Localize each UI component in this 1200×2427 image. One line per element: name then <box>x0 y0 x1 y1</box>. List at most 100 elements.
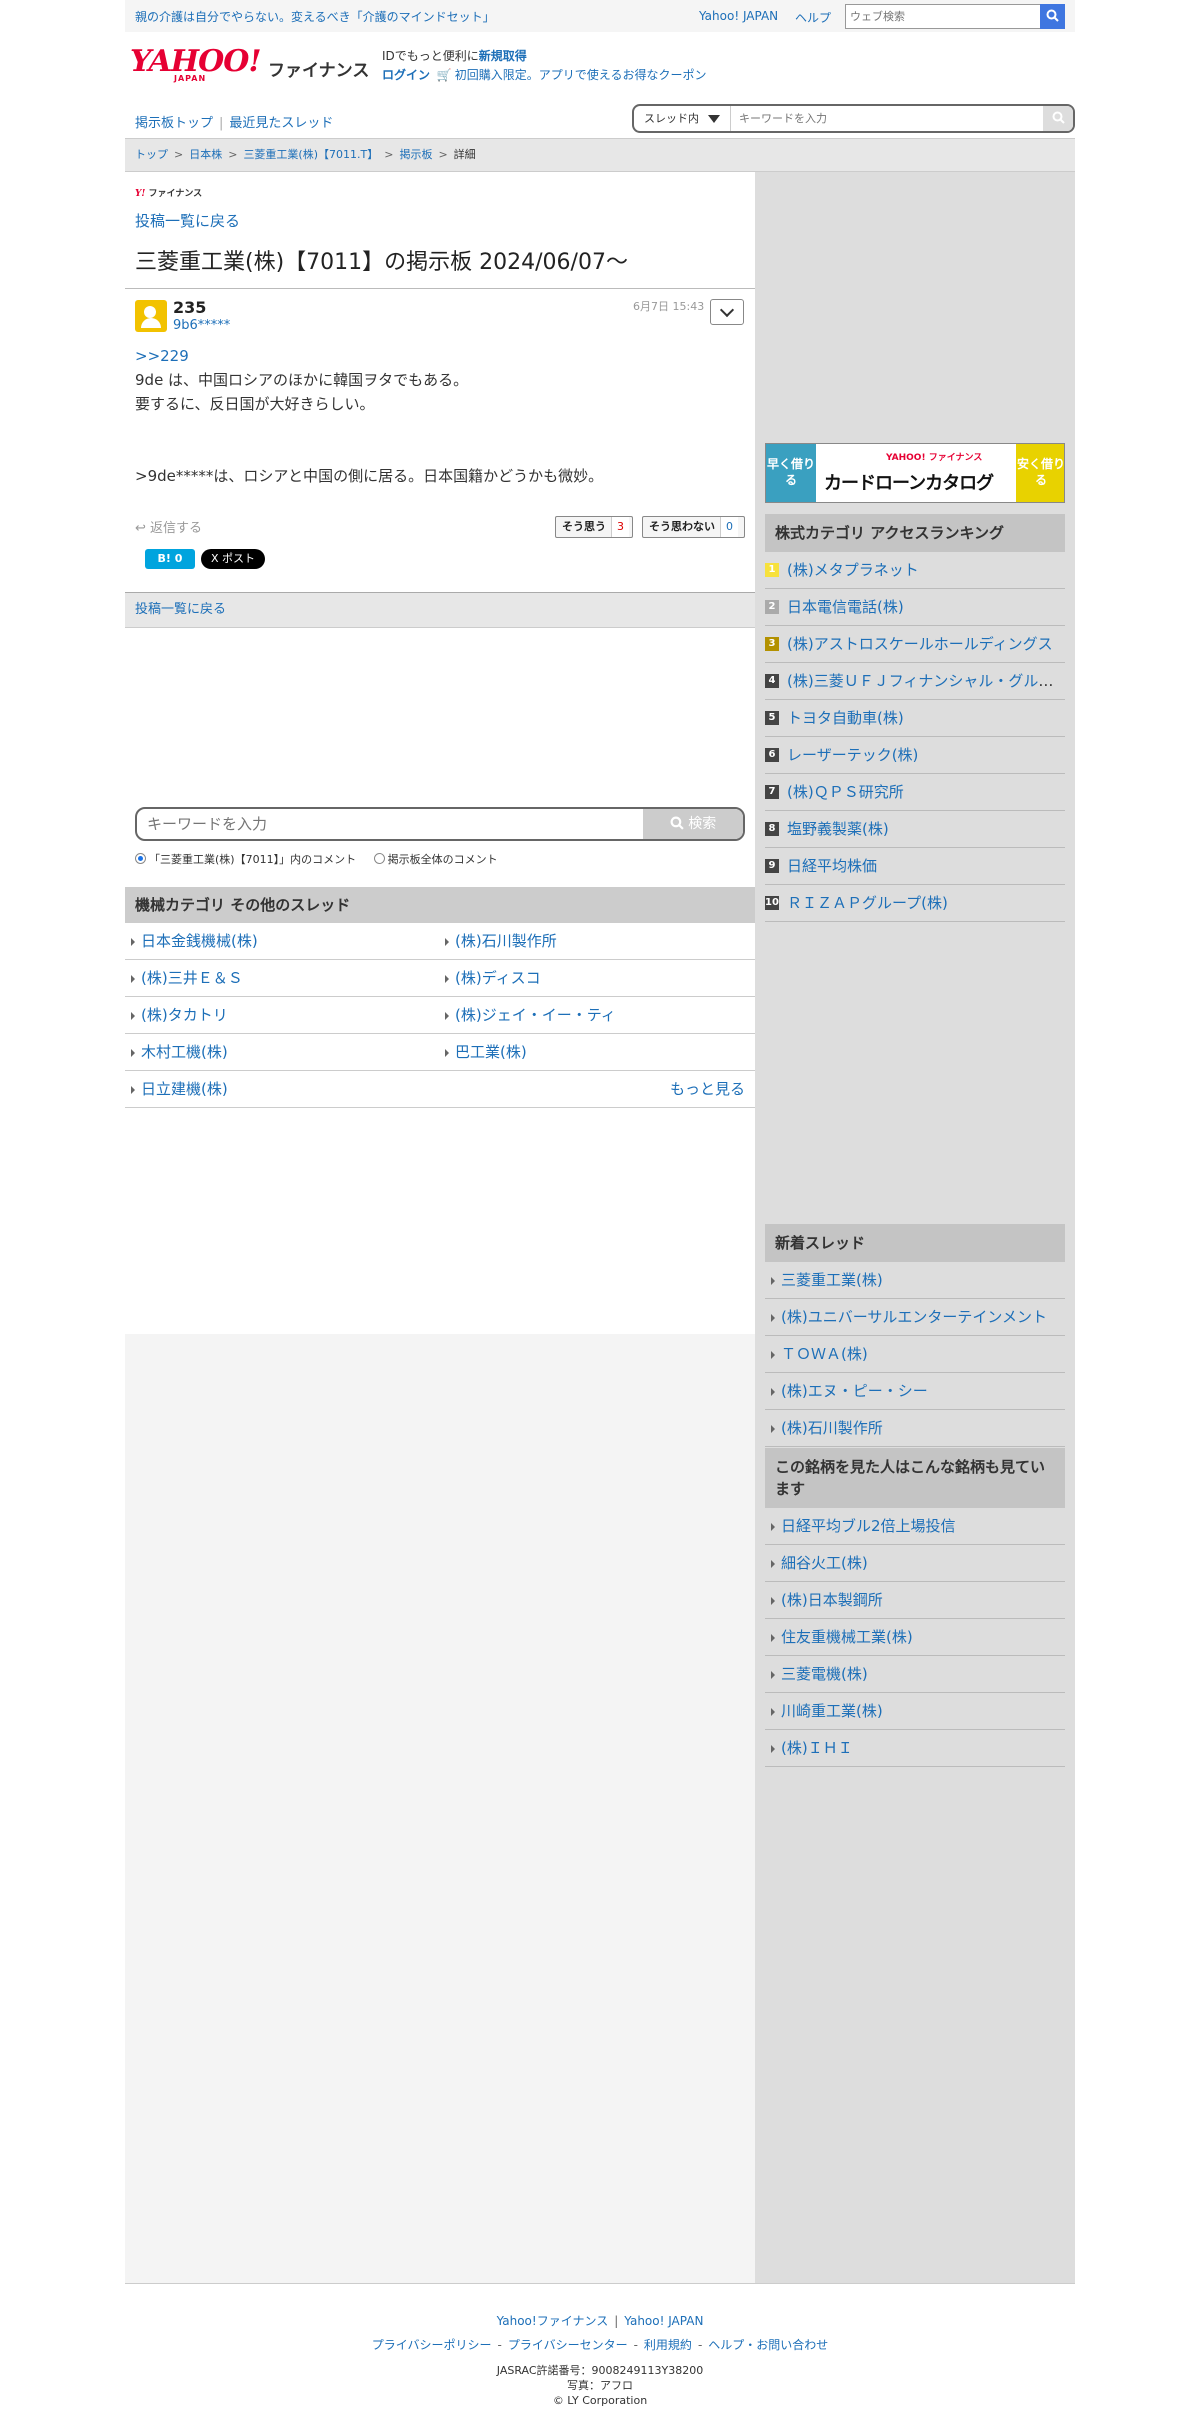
reply-button[interactable]: ↩ 返信する <box>135 517 202 536</box>
yahoo-finance-logo[interactable]: YAHOO! JAPAN ファイナンス <box>130 44 369 83</box>
thread-link[interactable]: 巴工業(株) <box>439 1034 527 1070</box>
list-item[interactable]: (株)エヌ・ピー・シー <box>765 1373 1065 1410</box>
thread-search: スレッド内 <box>632 104 1075 133</box>
thread-link[interactable]: (株)ディスコ <box>439 960 541 996</box>
stock-link[interactable]: (株)ＩＨＩ <box>781 1739 853 1757</box>
ranking-item[interactable]: 4 (株)三菱ＵＦＪフィナンシャル・グループ <box>765 663 1065 700</box>
ranking-link[interactable]: 日経平均株価 <box>787 857 877 875</box>
list-item[interactable]: 日経平均ブル2倍上場投信 <box>765 1508 1065 1545</box>
reply-anchor-link[interactable]: >>229 <box>135 347 189 365</box>
thread-link[interactable]: 日立建機(株) <box>125 1071 228 1107</box>
thread-link[interactable]: (株)三井Ｅ＆Ｓ <box>125 960 243 996</box>
back-to-list-link-bottom[interactable]: 投稿一覧に戻る <box>135 602 226 617</box>
breadcrumb-board[interactable]: 掲示板 <box>399 148 432 161</box>
ranking-item[interactable]: 5 トヨタ自動車(株) <box>765 700 1065 737</box>
stock-link[interactable]: 日経平均ブル2倍上場投信 <box>781 1517 956 1535</box>
thread-link[interactable]: (株)タカトリ <box>125 997 228 1033</box>
ranking-link[interactable]: (株)メタプラネット <box>787 561 919 579</box>
ranking-item[interactable]: 7 (株)ＱＰＳ研究所 <box>765 774 1065 811</box>
thread-link[interactable]: (株)ユニバーサルエンターテインメント <box>781 1308 1047 1326</box>
list-item[interactable]: (株)日本製鋼所 <box>765 1582 1065 1619</box>
list-item[interactable]: (株)ＩＨＩ <box>765 1730 1065 1767</box>
thread-link[interactable]: 日本金銭機械(株) <box>125 923 258 959</box>
post-date: 6月7日 15:43 <box>633 300 705 313</box>
back-to-list-link[interactable]: 投稿一覧に戻る <box>135 210 240 231</box>
radio-thread-comments[interactable]: 「三菱重工業(株)【7011】」内のコメント <box>135 853 356 866</box>
footer-yahoo-japan-link[interactable]: Yahoo! JAPAN <box>624 2314 703 2328</box>
login-link[interactable]: ログイン <box>382 68 430 82</box>
post-user-link[interactable]: 9b6***** <box>173 318 230 333</box>
stock-link[interactable]: (株)日本製鋼所 <box>781 1591 883 1609</box>
thread-link[interactable]: (株)石川製作所 <box>781 1419 883 1437</box>
help-link[interactable]: ヘルプ <box>795 9 831 26</box>
help-contact-link[interactable]: ヘルプ・お問い合わせ <box>708 2338 828 2352</box>
post-number: 235 <box>173 298 207 317</box>
thread-link[interactable]: (株)エヌ・ピー・シー <box>781 1382 928 1400</box>
ranking-link[interactable]: レーザーテック(株) <box>787 746 918 764</box>
yahoo-japan-link[interactable]: Yahoo! JAPAN <box>699 9 778 23</box>
ranking-item[interactable]: 8 塩野義製薬(株) <box>765 811 1065 848</box>
disagree-button[interactable]: そう思わない 0 <box>642 516 745 538</box>
thread-link[interactable]: (株)ジェイ・イー・ティ <box>439 997 616 1033</box>
breadcrumb-japan-stocks[interactable]: 日本株 <box>189 148 222 161</box>
ranking-item[interactable]: 1 (株)メタプラネット <box>765 552 1065 589</box>
id-text: IDでもっと便利に <box>382 49 479 63</box>
list-item[interactable]: ＴＯＷＡ(株) <box>765 1336 1065 1373</box>
radio-all-comments[interactable]: 掲示板全体のコメント <box>373 853 498 866</box>
ranking-link[interactable]: トヨタ自動車(株) <box>787 709 904 727</box>
recent-threads-link[interactable]: 最近見たスレッド <box>229 116 333 131</box>
terms-link[interactable]: 利用規約 <box>644 2338 692 2352</box>
ranking-link[interactable]: (株)アストロスケールホールディングス <box>787 635 1053 653</box>
stock-link[interactable]: 三菱電機(株) <box>781 1665 868 1683</box>
list-item[interactable]: 三菱電機(株) <box>765 1656 1065 1693</box>
ranking-item[interactable]: 6 レーザーテック(株) <box>765 737 1065 774</box>
privacy-center-link[interactable]: プライバシーセンター <box>508 2338 628 2352</box>
ranking-link[interactable]: (株)三菱ＵＦＪフィナンシャル・グループ <box>787 672 1065 690</box>
thread-link[interactable]: 木村工機(株) <box>125 1034 228 1070</box>
post-line <box>135 440 735 464</box>
thread-search-button[interactable] <box>1043 106 1073 131</box>
board-top-link[interactable]: 掲示板トップ <box>135 116 213 131</box>
thread-keyword-input[interactable] <box>739 108 1029 129</box>
ranking-link[interactable]: 塩野義製薬(株) <box>787 820 889 838</box>
ranking-link[interactable]: ＲＩＺＡＰグループ(株) <box>787 894 948 912</box>
list-item[interactable]: (株)石川製作所 <box>765 1410 1065 1447</box>
hatena-bookmark-button[interactable]: B! 0 <box>145 549 195 569</box>
list-item[interactable]: (株)ユニバーサルエンターテインメント <box>765 1299 1065 1336</box>
stock-link[interactable]: 住友重機械工業(株) <box>781 1628 913 1646</box>
thread-link[interactable]: 三菱重工業(株) <box>781 1271 883 1289</box>
breadcrumb-top[interactable]: トップ <box>135 148 168 161</box>
comment-search-button[interactable]: 検索 <box>643 809 743 839</box>
coupon-link[interactable]: 初回購入限定。アプリで使えるお得なクーポン <box>455 68 707 82</box>
list-item[interactable]: 住友重機械工業(株) <box>765 1619 1065 1656</box>
post-menu-button[interactable] <box>710 299 744 325</box>
ranking-item[interactable]: 2 日本電信電話(株) <box>765 589 1065 626</box>
thread-link[interactable]: (株)石川製作所 <box>439 923 557 959</box>
signup-link[interactable]: 新規取得 <box>479 49 527 63</box>
x-post-button[interactable]: X ポスト <box>201 549 265 569</box>
ranking-item[interactable]: 3 (株)アストロスケールホールディングス <box>765 626 1065 663</box>
agree-button[interactable]: そう思う 3 <box>555 516 633 538</box>
promo-link[interactable]: 親の介護は自分でやらない。変えるべき「介護のマインドセット」 <box>135 8 495 25</box>
ranking-link[interactable]: 日本電信電話(株) <box>787 598 904 616</box>
list-item[interactable]: 川崎重工業(株) <box>765 1693 1065 1730</box>
footer-yahoo-finance-link[interactable]: Yahoo!ファイナンス <box>497 2314 609 2328</box>
breadcrumb-stock[interactable]: 三菱重工業(株)【7011.T】 <box>243 148 378 161</box>
comment-keyword-input[interactable] <box>147 813 627 835</box>
sidebar: 早く借りる YAHOO! ファイナンス カードローンカタログ 安く借りる 株式カ… <box>755 172 1075 2283</box>
list-item[interactable]: 細谷火工(株) <box>765 1545 1065 1582</box>
list-item[interactable]: 三菱重工業(株) <box>765 1262 1065 1299</box>
web-search-input[interactable] <box>846 5 1036 28</box>
ranking-item[interactable]: 10 ＲＩＺＡＰグループ(株) <box>765 885 1065 922</box>
web-search-button[interactable] <box>1040 4 1065 29</box>
privacy-policy-link[interactable]: プライバシーポリシー <box>372 2338 492 2352</box>
search-scope-select[interactable]: スレッド内 <box>634 106 731 131</box>
ranking-item[interactable]: 9 日経平均株価 <box>765 848 1065 885</box>
thread-link[interactable]: ＴＯＷＡ(株) <box>781 1345 868 1363</box>
post-line: >9de*****は、ロシアと中国の側に居る。日本国籍かどうかも微妙。 <box>135 467 604 485</box>
stock-link[interactable]: 細谷火工(株) <box>781 1554 868 1572</box>
card-loan-banner[interactable]: 早く借りる YAHOO! ファイナンス カードローンカタログ 安く借りる <box>765 443 1065 503</box>
ranking-link[interactable]: (株)ＱＰＳ研究所 <box>787 783 904 801</box>
more-threads-link[interactable]: もっと見る <box>670 1071 745 1107</box>
stock-link[interactable]: 川崎重工業(株) <box>781 1702 883 1720</box>
